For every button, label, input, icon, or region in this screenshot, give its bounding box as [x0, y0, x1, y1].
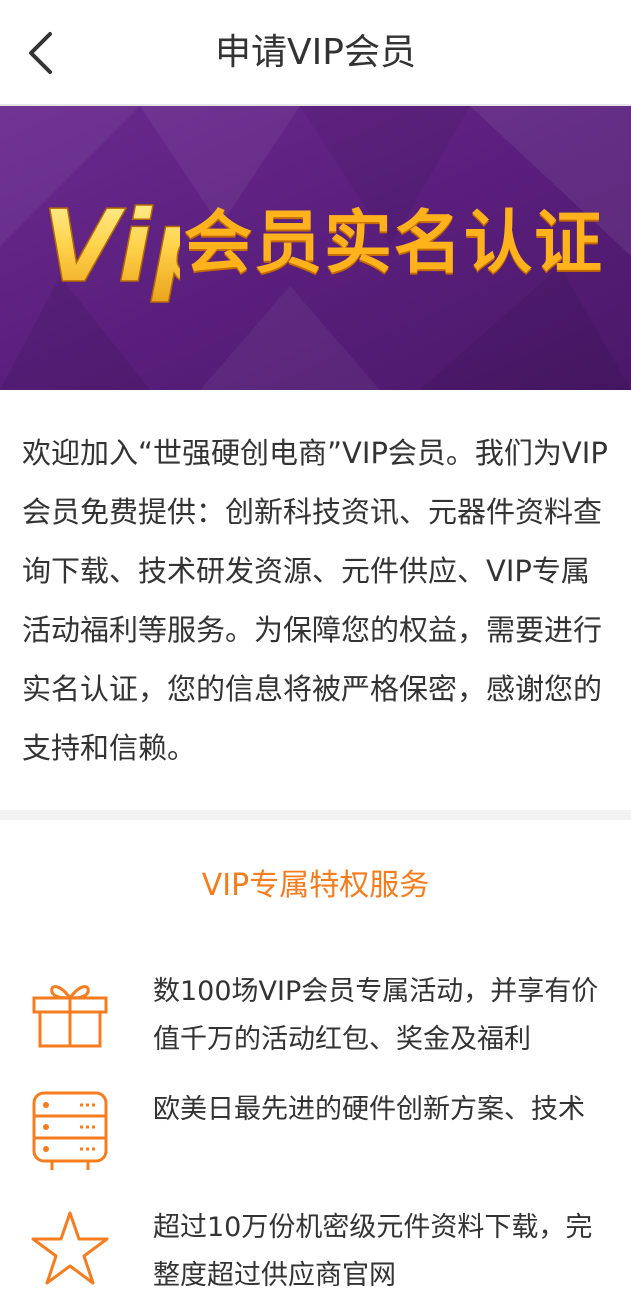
gift-icon: [32, 985, 108, 1048]
privilege-item-text: 欧美日最先进的硬件创新方案、技术: [153, 1094, 585, 1125]
app-header: 申请VIP会员: [0, 0, 631, 106]
banner-title: 会员实名认证: [184, 204, 605, 283]
page-title: 申请VIP会员: [215, 32, 416, 73]
privileges-title: VIP专属特权服务: [201, 868, 430, 903]
intro-text: 欢迎加入“世强硬创电商”VIP会员。我们为VIP会员免费提供：创新科技资讯、元器…: [22, 436, 608, 765]
star-icon: [31, 1211, 109, 1285]
vip-banner: Vip 会员实名认证: [0, 106, 631, 390]
svg-text:Vip: Vip: [42, 188, 180, 305]
server-icon: [32, 1091, 108, 1170]
privilege-item-text: 超过10万份机密级元件资料下载，完整度超过供应商官网: [153, 1212, 593, 1291]
privilege-item-text: 数100场VIP会员专属活动，并享有价值千万的活动红包、奖金及福利: [153, 976, 599, 1055]
vip-logo-icon: Vip: [41, 187, 180, 306]
section-divider: [0, 810, 631, 820]
